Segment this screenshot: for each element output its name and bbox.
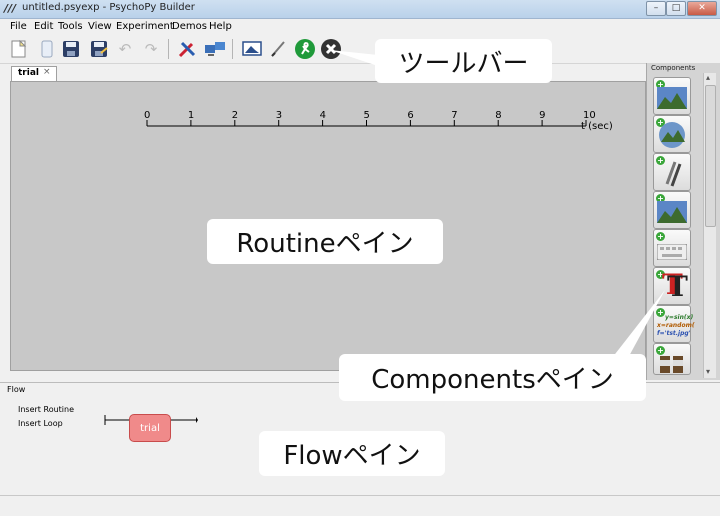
image-component-icon[interactable]: + (653, 77, 691, 115)
compile-script-icon[interactable] (267, 38, 289, 60)
add-icon: + (656, 232, 665, 241)
flow-title: Flow (7, 385, 26, 394)
tab-trial[interactable]: trial × (11, 66, 57, 81)
scrollbar-thumb[interactable] (705, 85, 716, 227)
timeline-tick-label: 2 (231, 110, 239, 121)
timeline-tick-label: 5 (363, 110, 370, 121)
other-component-icon[interactable]: + (653, 343, 691, 375)
menu-bar: File Edit Tools View Experiment Demos He… (0, 19, 720, 35)
menu-edit[interactable]: Edit (34, 21, 53, 32)
components-title: Components (651, 64, 696, 72)
tab-label: trial (18, 68, 39, 78)
menu-experiment[interactable]: Experiment (116, 21, 174, 32)
new-file-icon[interactable] (8, 38, 30, 60)
code-component-icon[interactable]: + y=sin(x) x=random( f='tst.jpg' (653, 305, 695, 343)
insert-loop-button[interactable]: Insert Loop (18, 419, 63, 428)
text-component-icon[interactable]: + T T (653, 267, 691, 305)
flow-routine-trial[interactable]: trial (129, 414, 171, 442)
scroll-down-icon[interactable]: ▾ (706, 367, 710, 376)
routine-annotation: Routineペイン (207, 219, 443, 264)
menu-view[interactable]: View (88, 21, 112, 32)
save-as-icon[interactable] (88, 38, 110, 60)
menu-file[interactable]: File (10, 21, 27, 32)
menu-tools[interactable]: Tools (58, 21, 83, 32)
timeline-tick-label: 0 (144, 110, 151, 121)
timeline-tick-label: 1 (187, 110, 195, 121)
grating-component-icon[interactable]: + (653, 153, 691, 191)
psychopy-icon: /// (4, 2, 17, 15)
menu-help[interactable]: Help (209, 21, 232, 32)
keyboard-component-icon[interactable]: + (653, 229, 691, 267)
menu-demos[interactable]: Demos (172, 21, 207, 32)
preferences-icon[interactable] (176, 38, 198, 60)
scroll-up-icon[interactable]: ▴ (706, 73, 710, 82)
text-glyph-black: T (667, 270, 688, 303)
timeline-tick-label: 10 (583, 110, 596, 121)
open-file-icon[interactable] (36, 38, 58, 60)
close-tab-icon[interactable]: × (43, 67, 51, 77)
run-icon[interactable] (294, 38, 316, 60)
redo-icon[interactable]: ↷ (140, 38, 162, 60)
timeline-tick-label: 6 (407, 110, 414, 121)
toolbar-annotation: ツールバー (375, 39, 552, 83)
toolbar-separator (168, 39, 169, 59)
window-title: untitled.psyexp - PsychoPy Builder (22, 2, 195, 13)
timeline-tick-label: 4 (319, 110, 326, 121)
timeline-unit-label: t (sec) (581, 121, 613, 132)
components-scrollbar[interactable]: ▴ ▾ (703, 73, 716, 378)
movie-component-icon[interactable]: + (653, 115, 691, 153)
monitor-center-icon[interactable] (204, 38, 226, 60)
components-annotation: Componentsペイン (339, 354, 646, 401)
title-bar: /// untitled.psyexp - PsychoPy Builder –… (0, 0, 720, 19)
timeline-tick-label: 7 (451, 110, 458, 121)
experiment-settings-icon[interactable] (241, 38, 263, 60)
timeline-tick-label: 9 (539, 110, 546, 121)
toolbar-separator (232, 39, 233, 59)
close-window-button[interactable]: ✕ (687, 1, 717, 16)
patch-component-icon[interactable]: + (653, 191, 691, 229)
stop-icon[interactable] (320, 38, 342, 60)
insert-routine-button[interactable]: Insert Routine (18, 405, 74, 414)
undo-icon[interactable]: ↶ (114, 38, 136, 60)
toolbar: ↶ ↷ (0, 35, 720, 64)
timeline-tick-label: 8 (495, 110, 502, 121)
code-snippet: y=sin(x) x=random( f='tst.jpg' (657, 314, 695, 337)
status-bar (0, 495, 720, 516)
maximize-button[interactable]: □ (666, 1, 686, 16)
flow-annotation: Flowペイン (259, 431, 445, 476)
timeline-tick-label: 3 (275, 110, 283, 121)
save-icon[interactable] (60, 38, 82, 60)
minimize-button[interactable]: – (646, 1, 666, 16)
